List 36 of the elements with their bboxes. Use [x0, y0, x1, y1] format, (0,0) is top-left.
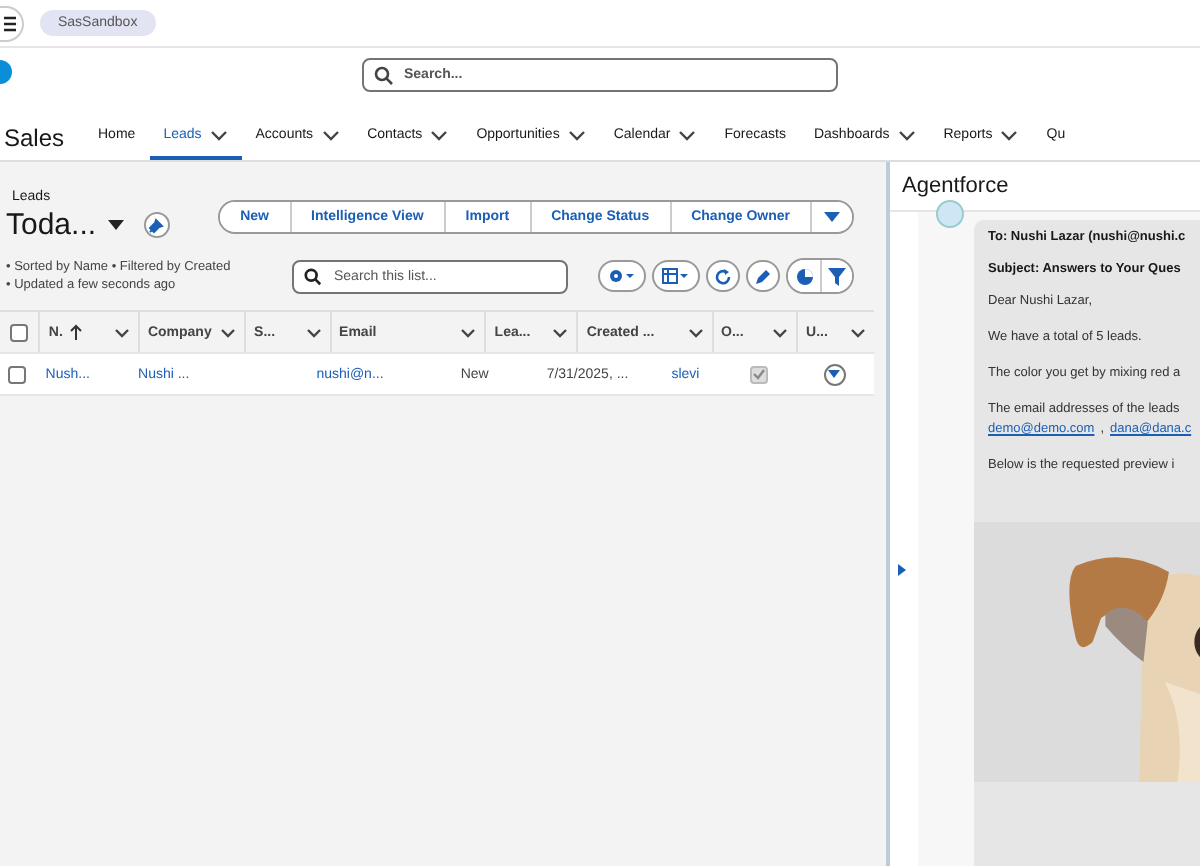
chevron-down-icon [687, 327, 704, 337]
select-all-checkbox[interactable] [10, 323, 29, 341]
avatar-icon [936, 200, 964, 228]
search-icon [304, 267, 322, 285]
settings-button[interactable] [598, 260, 646, 292]
chevron-down-icon [305, 327, 322, 337]
pie-chart-icon [795, 267, 813, 285]
filter-button[interactable] [820, 260, 852, 292]
pencil-icon [754, 267, 772, 285]
table-icon [662, 268, 690, 284]
refresh-button[interactable] [706, 260, 740, 292]
display-as-button[interactable] [652, 260, 700, 292]
pin-button[interactable] [144, 212, 171, 238]
list-view-title[interactable]: Toda... [6, 208, 97, 242]
refresh-icon [714, 267, 732, 285]
row-actions-button[interactable] [823, 363, 846, 385]
settings-icon [608, 268, 636, 284]
row-checkbox[interactable] [8, 365, 27, 383]
chevron-down-icon [220, 327, 237, 337]
caret-down-icon [824, 212, 840, 222]
menu-icon [4, 15, 16, 31]
search-icon [374, 66, 394, 86]
app-name: Sales [4, 121, 67, 155]
filter-icon [828, 267, 846, 285]
edit-button[interactable] [746, 260, 780, 292]
chevron-down-icon [772, 327, 789, 337]
caret-down-icon[interactable] [108, 220, 125, 230]
panel-title: Agentforce [902, 174, 1009, 198]
expand-arrow-icon[interactable] [898, 564, 906, 576]
chevron-down-icon [460, 327, 477, 337]
caret-down-icon [828, 370, 841, 378]
chevron-down-icon [552, 327, 569, 337]
pin-icon [148, 216, 167, 234]
chevron-down-icon [849, 327, 866, 337]
chevron-down-icon [113, 327, 130, 337]
more-actions-button[interactable] [810, 202, 852, 232]
